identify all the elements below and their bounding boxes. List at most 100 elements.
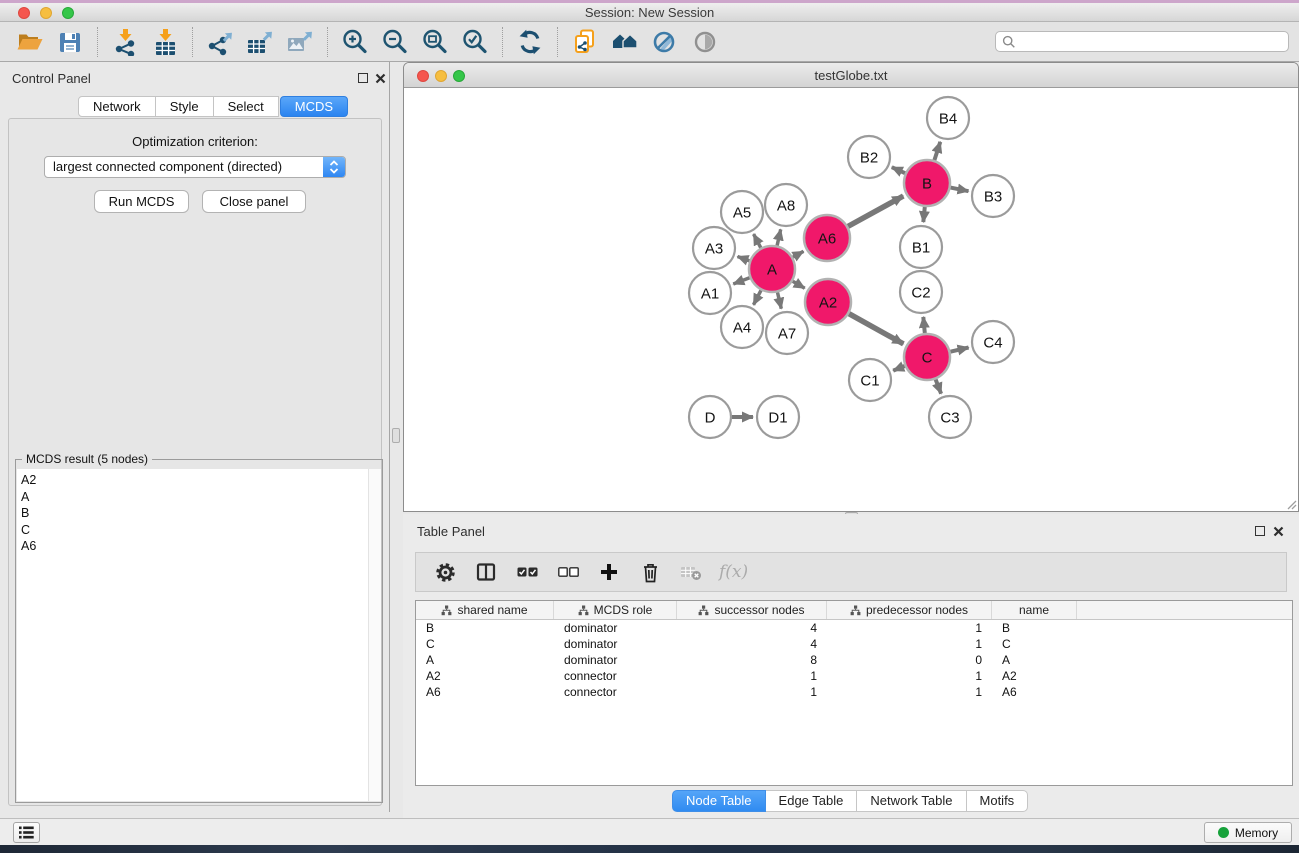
memory-button[interactable]: Memory [1204,822,1292,843]
optimization-dropdown[interactable]: largest connected component (directed) [44,156,346,178]
home-icon[interactable] [608,26,642,58]
eye-icon[interactable] [688,26,722,58]
open-file-icon[interactable] [13,26,47,58]
graph-edge-A-A1 [733,278,749,284]
tab-edge-table[interactable]: Edge Table [766,790,858,812]
float-panel-icon[interactable] [358,73,368,83]
table-header-row: shared name MCDS role successor nodes prede… [416,601,1292,620]
network-graph: AA1A2A3A4A5A6A7A8BB1B2B3B4CC1C2C3C4DD1 [404,88,1298,511]
table-cell: A2 [416,668,554,684]
column-header-label: shared name [457,603,527,617]
table-cell: dominator [554,620,677,636]
column-header-shared-name[interactable]: shared name [416,601,554,619]
export-table-icon[interactable] [243,26,277,58]
import-network-icon[interactable] [108,26,142,58]
close-panel-icon[interactable] [375,73,386,84]
export-image-icon[interactable] [283,26,317,58]
zoom-out-icon[interactable] [378,26,412,58]
search-icon [1002,35,1016,49]
network-maximize-button[interactable] [453,70,465,82]
graph-node-label: B2 [860,150,878,167]
table-row[interactable]: A6connector11A6 [416,684,1292,700]
mcds-result-item[interactable]: A2 [17,472,381,489]
column-header-name[interactable]: name [992,601,1077,619]
network-close-button[interactable] [417,70,429,82]
mcds-result-item[interactable]: C [17,522,381,539]
table-body: Bdominator41BCdominator41CAdominator80AA… [416,620,1292,700]
zoom-selected-icon[interactable] [458,26,492,58]
graph-node-label: B3 [984,189,1002,206]
add-row-icon[interactable] [596,559,622,585]
delete-row-icon[interactable] [637,559,663,585]
table-cell: A [992,652,1077,668]
hide-panel-icon[interactable] [648,26,682,58]
refresh-layout-icon[interactable] [513,26,547,58]
mcds-result-item[interactable]: B [17,505,381,522]
table-cell: C [992,636,1077,652]
mcds-result-item[interactable]: A6 [17,538,381,555]
tab-select[interactable]: Select [214,96,279,117]
window-resize-grip[interactable] [1286,499,1297,510]
graph-node-label: A [767,262,777,279]
search-input[interactable] [1020,33,1288,50]
column-header-label: successor nodes [714,603,804,617]
table-close-icon[interactable] [1273,526,1284,537]
table-cell: connector [554,684,677,700]
show-panels-button[interactable] [13,822,40,843]
table-row[interactable]: Bdominator41B [416,620,1292,636]
tab-node-table[interactable]: Node Table [672,790,766,812]
table-cell: A2 [992,668,1077,684]
graph-node-label: A4 [733,320,751,337]
column-header-successor-nodes[interactable]: successor nodes [677,601,827,619]
table-cell: 4 [677,636,827,652]
graph-node-label: C1 [860,373,879,390]
column-header-MCDS-role[interactable]: MCDS role [554,601,677,619]
save-session-icon[interactable] [53,26,87,58]
table-row[interactable]: Cdominator41C [416,636,1292,652]
table-cell: dominator [554,652,677,668]
column-header-predecessor-nodes[interactable]: predecessor nodes [827,601,992,619]
show-columns-icon[interactable] [473,559,499,585]
graph-edge-A2-C [849,314,903,344]
result-list-scrollbar[interactable] [368,469,381,801]
close-window-button[interactable] [18,7,30,19]
table-settings-icon[interactable] [432,559,458,585]
network-canvas[interactable]: AA1A2A3A4A5A6A7A8BB1B2B3B4CC1C2C3C4DD1 [404,88,1298,511]
deselect-all-rows-icon[interactable] [555,559,581,585]
minimize-window-button[interactable] [40,7,52,19]
table-float-icon[interactable] [1255,526,1265,536]
search-field[interactable] [995,31,1289,52]
graph-edge-A-A7 [778,292,782,308]
duplicate-network-icon[interactable] [568,26,602,58]
close-panel-button[interactable]: Close panel [202,190,306,213]
select-all-rows-icon[interactable] [514,559,540,585]
network-window-titlebar: testGlobe.txt [404,63,1298,88]
run-mcds-button[interactable]: Run MCDS [94,190,189,213]
tab-motifs[interactable]: Motifs [967,790,1029,812]
table-tabs: Node TableEdge TableNetwork TableMotifs [672,790,1028,812]
maximize-window-button[interactable] [62,7,74,19]
table-row[interactable]: Adominator80A [416,652,1292,668]
import-table-icon[interactable] [148,26,182,58]
tab-network[interactable]: Network [78,96,156,117]
zoom-in-icon[interactable] [338,26,372,58]
mcds-result-item[interactable]: A [17,489,381,506]
zoom-fit-icon[interactable] [418,26,452,58]
optimization-criterion-label: Optimization criterion: [9,134,381,149]
memory-label: Memory [1235,826,1278,840]
graph-node-label: C4 [983,335,1002,352]
tab-network-table[interactable]: Network Table [857,790,966,812]
table-cell: 1 [827,636,992,652]
graph-edge-B-B2 [892,167,905,173]
main-toolbar [0,22,1299,62]
mcds-result-list: A2ABCA6 [17,469,381,801]
table-row[interactable]: A2connector11A2 [416,668,1292,684]
vertical-split-handle[interactable] [392,428,400,443]
tab-mcds[interactable]: MCDS [280,96,348,117]
toolbar-separator [192,27,193,57]
export-network-icon[interactable] [203,26,237,58]
tab-style[interactable]: Style [156,96,214,117]
network-minimize-button[interactable] [435,70,447,82]
table-toolbar: f(x) [415,552,1287,592]
shared-column-icon [441,605,452,616]
